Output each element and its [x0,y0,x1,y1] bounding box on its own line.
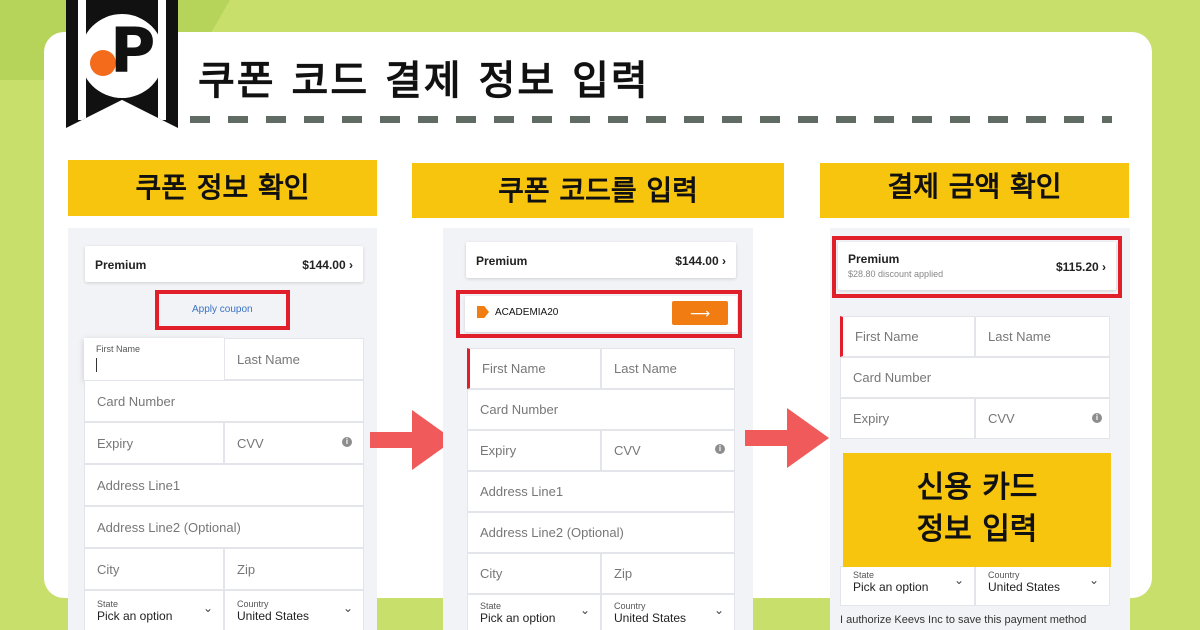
card-info-overlay: 신용 카드 정보 입력 [843,453,1111,567]
cvv-label: CVV [988,411,1015,426]
expiry-field[interactable]: Expiry [84,422,224,464]
dashed-divider [190,116,1112,123]
cvv-label: CVV [237,435,264,451]
info-icon[interactable]: i [715,444,725,454]
panel1-checkout: Premium $144.00 › Apply coupon First Nam… [68,228,377,630]
authorize-text: I authorize Keevs Inc to save this payme… [840,614,1087,626]
state-select[interactable]: State Pick an option ⌄ [84,590,224,630]
plan-summary[interactable]: Premium $144.00 › [466,242,736,278]
panel2-header: 쿠폰 코드를 입력 [412,163,784,218]
last-name-field[interactable]: Last Name [601,348,735,389]
expiry-field[interactable]: Expiry [840,398,975,439]
highlight-box [155,290,290,330]
city-field[interactable]: City [467,553,601,594]
logo-letter: P [110,14,156,87]
state-value: Pick an option [97,609,173,623]
info-icon[interactable]: i [342,437,352,447]
page-title: 쿠폰 코드 결제 정보 입력 [198,58,650,104]
country-value: United States [614,611,687,625]
plan-name: Premium [476,254,528,268]
last-name-field[interactable]: Last Name [224,338,364,380]
chevron-down-icon: ⌄ [342,601,353,615]
cvv-label: CVV [614,443,641,458]
state-value: Pick an option [480,611,556,625]
overlay-line2: 정보 입력 [916,512,1038,547]
country-value: United States [237,609,310,623]
cvv-field[interactable]: CVV [975,398,1110,439]
country-select[interactable]: Country United States ⌄ [975,566,1110,606]
state-select[interactable]: State Pick an option ⌄ [840,566,975,606]
address2-field[interactable]: Address Line2 (Optional) [467,512,735,553]
address1-field[interactable]: Address Line1 [467,471,735,512]
panel1-header: 쿠폰 정보 확인 [68,160,377,216]
state-label: State [853,570,875,580]
plan-price: $144.00 › [675,254,726,268]
address1-field[interactable]: Address Line1 [84,464,364,506]
plan-summary[interactable]: Premium $144.00 › [85,246,363,282]
card-number-field[interactable]: Card Number [84,380,364,422]
card-number-field[interactable]: Card Number [467,389,735,430]
first-name-field[interactable]: First Name [840,316,975,357]
address2-field[interactable]: Address Line2 (Optional) [84,506,364,548]
state-label: State [97,599,119,609]
country-select[interactable]: Country United States ⌄ [224,590,364,630]
panel3-checkout: Premium $28.80 discount applied $115.20 … [830,228,1130,630]
city-field[interactable]: City [84,548,224,590]
card-number-field[interactable]: Card Number [840,357,1110,398]
last-name-field[interactable]: Last Name [975,316,1110,357]
chevron-down-icon: ⌄ [1088,573,1099,587]
highlight-box [456,290,742,338]
country-value: United States [988,580,1061,594]
expiry-field[interactable]: Expiry [467,430,601,471]
chevron-down-icon: ⌄ [202,601,213,615]
state-value: Pick an option [853,580,929,594]
state-label: State [480,601,502,611]
plan-price: $144.00 › [302,258,353,272]
state-select[interactable]: State Pick an option ⌄ [467,594,601,630]
first-name-field[interactable]: First Name [467,348,601,389]
chevron-down-icon: ⌄ [579,603,590,617]
country-label: Country [237,599,269,609]
highlight-box [832,236,1122,298]
arrow-right-icon [370,410,454,470]
country-select[interactable]: Country United States ⌄ [601,594,735,630]
overlay-line1: 신용 카드 [916,470,1038,505]
panel3-header: 결제 금액 확인 [820,163,1129,218]
plan-name: Premium [95,258,147,272]
first-name-label: First Name [96,344,141,354]
chevron-down-icon: ⌄ [953,573,964,587]
zip-field[interactable]: Zip [601,553,735,594]
info-icon[interactable]: i [1092,413,1102,423]
arrow-right-icon [745,408,829,468]
panel2-checkout: Premium $144.00 › ACADEMIA20 ⟶ First Nam… [443,228,753,630]
first-name-field[interactable]: First Name [84,338,224,380]
text-cursor [96,358,97,372]
brand-logo: P [80,14,164,98]
country-label: Country [988,570,1020,580]
chevron-down-icon: ⌄ [713,603,724,617]
zip-field[interactable]: Zip [224,548,364,590]
country-label: Country [614,601,646,611]
